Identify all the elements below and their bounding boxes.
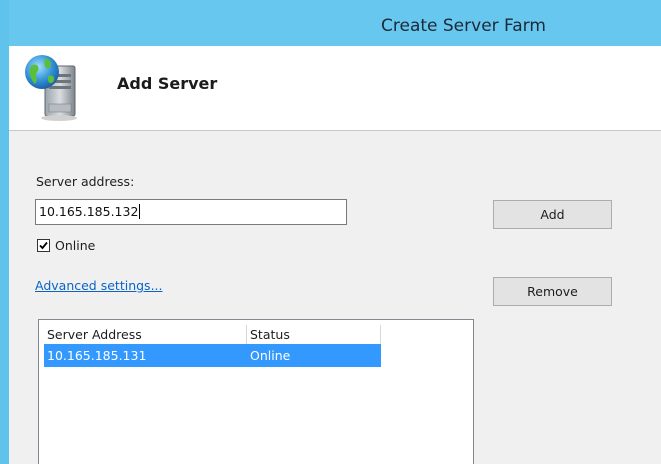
server-address-input[interactable]: 10.165.185.132	[35, 199, 347, 225]
window-title: Create Server Farm	[381, 16, 546, 36]
column-header-server-address[interactable]: Server Address	[44, 325, 247, 344]
title-bar[interactable]: Create Server Farm	[9, 0, 661, 46]
row-server-address: 10.165.185.131	[47, 348, 147, 363]
column-header-status[interactable]: Status	[247, 325, 381, 344]
online-label: Online	[55, 238, 96, 253]
add-button[interactable]: Add	[493, 200, 612, 229]
row-status: Online	[250, 348, 291, 363]
dialog-body: Server address: 10.165.185.132 Online Ad…	[9, 131, 661, 464]
advanced-settings-link[interactable]: Advanced settings...	[35, 278, 162, 293]
checkmark-icon	[39, 241, 48, 250]
list-header: Server Address Status	[44, 325, 381, 345]
text-caret	[139, 204, 141, 219]
server-address-value: 10.165.185.132	[39, 204, 139, 219]
server-globe-icon	[25, 55, 77, 121]
server-list[interactable]: Server Address Status 10.165.185.131 Onl…	[38, 319, 474, 464]
page-title: Add Server	[117, 74, 218, 93]
remove-button[interactable]: Remove	[493, 277, 612, 306]
dialog-header: Add Server	[9, 46, 661, 131]
table-row[interactable]: 10.165.185.131 Online	[44, 344, 381, 367]
window-left-border	[0, 0, 9, 464]
server-address-label: Server address:	[36, 174, 135, 189]
online-checkbox[interactable]	[37, 239, 50, 252]
